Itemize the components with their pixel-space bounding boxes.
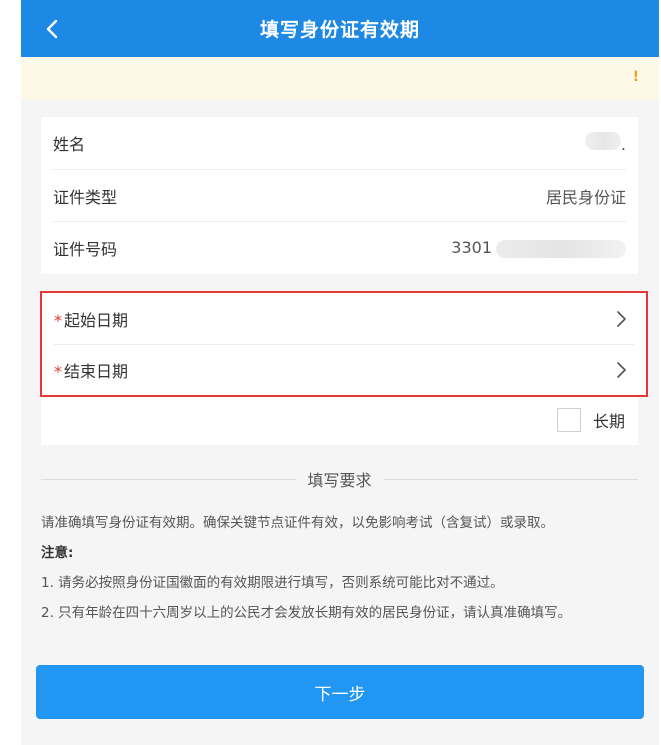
long-term-checkbox[interactable]: [557, 408, 581, 432]
divider-line: [383, 478, 639, 480]
long-term-option: 长期: [557, 408, 625, 432]
note-item-2: 2. 只有年龄在四十六周岁以上的公民才会发放长期有效的居民身份证，请认真准确填写…: [41, 605, 572, 621]
note-item-1: 1. 请务必按照身份证国徽面的有效期限进行填写，否则系统可能比对不通过。: [41, 575, 504, 591]
chevron-right-icon: [617, 361, 626, 378]
requirements-intro: 请准确填写身份证有效期。确保关键节点证件有效，以免影响考试（含复试）或录取。: [41, 515, 554, 531]
back-button[interactable]: [43, 18, 63, 40]
id-type-value: 居民身份证: [545, 188, 626, 207]
start-date-row[interactable]: * 起始日期: [42, 293, 646, 344]
requirements-title: 填写要求: [307, 471, 372, 490]
page-title: 填写身份证有效期: [259, 19, 420, 41]
notice-icon: !: [632, 69, 639, 85]
id-number-value: 3301: [451, 238, 626, 258]
id-type-row: 证件类型 居民身份证: [41, 170, 638, 222]
name-label: 姓名: [53, 135, 86, 154]
id-type-label: 证件类型: [53, 188, 118, 207]
page: 填写身份证有效期 ! 姓名 . 证件类型 居民身份证 证件号码 3301 *起: [0, 0, 661, 745]
long-term-label: 长期: [593, 412, 626, 431]
app-header: 填写身份证有效期: [21, 0, 659, 57]
required-mark: *: [54, 310, 62, 330]
notice-bar: !: [21, 57, 659, 100]
next-step-button[interactable]: 下一步: [36, 665, 644, 719]
divider-line: [41, 478, 296, 480]
id-number-label: 证件号码: [53, 240, 118, 259]
masked-id-number: [496, 239, 626, 258]
name-row: 姓名 .: [41, 117, 638, 169]
note-label: 注意:: [41, 545, 74, 561]
end-date-label: 结束日期: [64, 361, 129, 381]
identity-info-card: 姓名 . 证件类型 居民身份证 证件号码 3301: [41, 117, 638, 274]
chevron-right-icon: [617, 310, 626, 327]
start-date-label: 起始日期: [64, 310, 129, 330]
date-selection-box: * 起始日期 * 结束日期: [40, 291, 648, 397]
end-date-row[interactable]: * 结束日期: [42, 344, 646, 395]
id-number-row: 证件号码 3301: [41, 222, 638, 274]
chevron-left-icon: [46, 19, 58, 39]
requirements-heading: 填写要求: [41, 468, 639, 490]
required-mark: *: [54, 361, 62, 381]
name-value: .: [584, 132, 626, 154]
masked-name: [584, 132, 621, 150]
